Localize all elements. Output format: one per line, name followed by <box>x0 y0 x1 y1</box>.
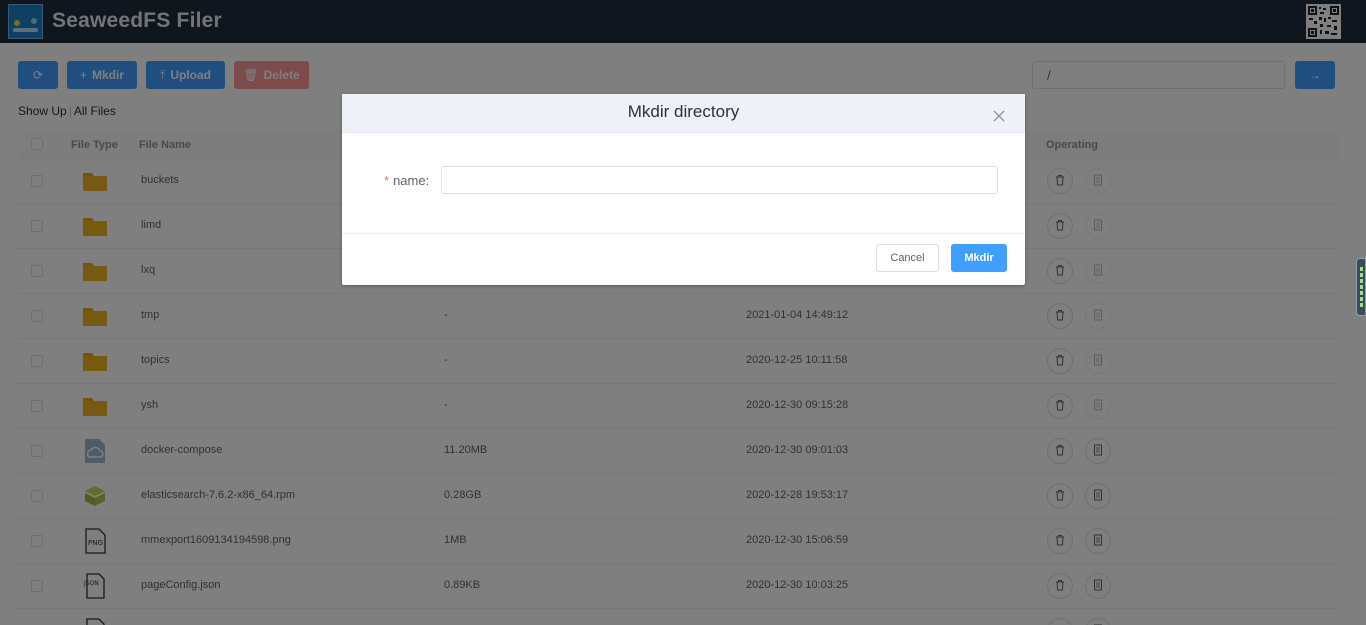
required-mark: * <box>384 173 390 188</box>
cancel-button[interactable]: Cancel <box>876 244 939 272</box>
close-icon[interactable] <box>993 110 1005 122</box>
mkdir-dialog: Mkdir directory * name: Cancel Mkdir <box>342 94 1025 285</box>
dialog-footer: Cancel Mkdir <box>342 233 1025 285</box>
name-label: * name: <box>384 173 429 188</box>
name-label-text: name: <box>393 173 430 188</box>
dialog-title: Mkdir directory <box>627 102 740 121</box>
dialog-header: Mkdir directory <box>342 94 1025 133</box>
directory-name-input[interactable] <box>441 166 998 194</box>
side-panel-tab[interactable] <box>1356 258 1366 316</box>
confirm-mkdir-button[interactable]: Mkdir <box>951 244 1007 272</box>
